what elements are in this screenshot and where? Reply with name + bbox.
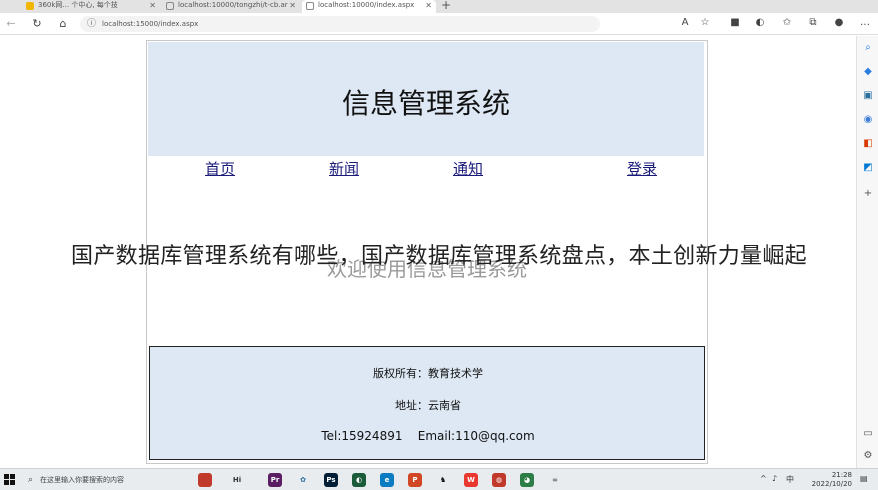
network-app-icon[interactable]: ✿ — [296, 473, 310, 487]
tab-label: localhost:10000/tongzhi/t-cb.ar — [178, 1, 288, 9]
home-icon[interactable]: ⌂ — [56, 17, 70, 30]
tab-favicon-icon — [306, 2, 314, 10]
read-aloud-icon[interactable]: A — [678, 17, 692, 28]
footer: 版权所有：教育技术学 地址：云南省 Tel:15924891 Email:110… — [149, 346, 705, 460]
edge-icon[interactable]: e — [380, 473, 394, 487]
address-text: localhost:15000/index.aspx — [102, 20, 199, 28]
taskbar: ⌕ 在这里输入你要搜索的内容 Hi Pr ✿ Ps ◐ e P ♞ W ◍ ◕ … — [0, 468, 878, 490]
close-icon[interactable]: ✕ — [149, 0, 156, 11]
footer-contact: Tel:15924891 Email:110@qq.com — [321, 429, 535, 443]
clock[interactable]: 21:28 2022/10/20 — [812, 471, 852, 489]
tab-strip: 360k网... 个中心, 每个技 ✕ localhost:10000/tong… — [0, 0, 878, 13]
tab-360[interactable]: 360k网... 个中心, 每个技 ✕ — [22, 0, 160, 13]
refresh-icon[interactable]: ↻ — [30, 17, 44, 30]
windows-start-icon[interactable] — [4, 474, 16, 486]
chevron-up-icon[interactable]: ^ — [760, 474, 767, 483]
new-tab-icon[interactable]: + — [441, 0, 451, 12]
settings-gear-icon[interactable]: ⚙ — [862, 450, 874, 462]
footer-address: 地址：云南省 — [395, 399, 461, 412]
tab-favicon-icon — [166, 2, 174, 10]
premiere-icon[interactable]: Pr — [268, 473, 282, 487]
office-icon[interactable]: ◧ — [862, 138, 874, 150]
favorites-icon[interactable]: ✩ — [780, 17, 794, 28]
add-icon[interactable]: + — [862, 188, 874, 200]
info-icon[interactable]: ⓘ — [87, 16, 96, 32]
games-icon[interactable]: ◉ — [862, 114, 874, 126]
tab-label: 360k网... 个中心, 每个技 — [38, 1, 118, 9]
profile-icon[interactable]: ● — [832, 17, 846, 28]
clock-date: 2022/10/20 — [811, 480, 852, 488]
split-screen-icon[interactable]: ▭ — [862, 428, 874, 440]
shopping-icon[interactable]: ◆ — [862, 66, 874, 78]
close-icon[interactable]: ✕ — [425, 0, 432, 11]
overlay-caption: 国产数据库管理系统有哪些，国产数据库管理系统盘点，本土创新力量崛起 — [71, 244, 807, 269]
favorite-star-icon[interactable]: ☆ — [698, 17, 712, 28]
app-green-icon[interactable]: ◐ — [352, 473, 366, 487]
address-toolbar: ← ↻ ⌂ ⓘ localhost:15000/index.aspx A ☆ ■… — [0, 13, 878, 35]
nav-link-notice[interactable]: 通知 — [453, 158, 483, 179]
powerpoint-icon[interactable]: P — [408, 473, 422, 487]
tab-tongzhi[interactable]: localhost:10000/tongzhi/t-cb.ar ✕ — [162, 0, 300, 13]
app-icon[interactable] — [198, 473, 212, 487]
clock-time: 21:28 — [831, 471, 852, 479]
nav-link-news[interactable]: 新闻 — [329, 158, 359, 179]
footer-copyright: 版权所有：教育技术学 — [373, 367, 483, 380]
extension-icon[interactable]: ■ — [728, 17, 742, 28]
app-red-icon[interactable]: ◍ — [492, 473, 506, 487]
search-icon: ⌕ — [28, 475, 34, 485]
photoshop-icon[interactable]: Ps — [324, 473, 338, 487]
wechat-icon[interactable]: ◕ — [520, 473, 534, 487]
taskbar-search-input[interactable]: ⌕ 在这里输入你要搜索的内容 — [26, 472, 174, 488]
more-icon[interactable]: … — [858, 17, 872, 28]
task-view-icon[interactable]: Hi — [230, 473, 244, 487]
address-input[interactable]: ⓘ localhost:15000/index.aspx — [80, 16, 600, 32]
page-title: 信息管理系统 — [341, 87, 510, 120]
sync-icon[interactable]: ◐ — [753, 17, 767, 28]
close-icon[interactable]: ✕ — [289, 0, 296, 11]
speaker-icon[interactable]: ♪ — [772, 474, 777, 483]
outlook-icon[interactable]: ◩ — [862, 162, 874, 174]
link-icon[interactable]: ∞ — [548, 473, 562, 487]
ime-icon[interactable]: 中 — [786, 474, 794, 485]
wps-icon[interactable]: W — [464, 473, 478, 487]
back-icon[interactable]: ← — [4, 17, 18, 30]
qq-icon[interactable]: ♞ — [436, 473, 450, 487]
nav-link-home[interactable]: 首页 — [205, 158, 235, 179]
search-icon[interactable]: ⌕ — [862, 42, 874, 54]
header-banner: 信息管理系统 — [148, 42, 704, 156]
tools-icon[interactable]: ▣ — [862, 90, 874, 102]
tab-favicon-icon — [26, 2, 34, 10]
tab-index[interactable]: localhost:10000/index.aspx ✕ — [302, 0, 436, 13]
taskbar-search-placeholder: 在这里输入你要搜索的内容 — [40, 476, 124, 484]
tab-label: localhost:10000/index.aspx — [318, 1, 415, 9]
collections-icon[interactable]: ⧉ — [806, 17, 820, 28]
nav-link-login[interactable]: 登录 — [627, 158, 657, 179]
notification-icon[interactable]: ▤ — [860, 474, 868, 483]
